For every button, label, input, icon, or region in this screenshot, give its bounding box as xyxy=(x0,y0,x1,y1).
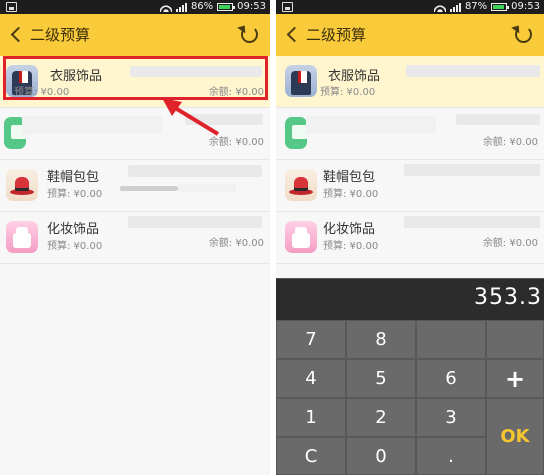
left-screen: 86% 09:53 二级预算 衣服饰品 预算: ¥0.00 余额: ¥0.00 … xyxy=(0,0,270,475)
battery-percent: 86% xyxy=(190,1,214,12)
title-bar: 二级预算 xyxy=(276,14,544,56)
highlight-box xyxy=(3,56,268,100)
key-5[interactable]: 5 xyxy=(346,359,416,398)
ok-button[interactable]: OK xyxy=(486,398,544,475)
status-time: 09:53 xyxy=(511,1,540,12)
title-bar: 二级预算 xyxy=(0,14,270,56)
gallery-notification-icon xyxy=(6,2,17,12)
item-budget: 预算: ¥0.00 xyxy=(320,87,376,98)
item-balance: 余额: ¥0.00 xyxy=(482,137,538,148)
wifi-icon xyxy=(433,2,446,12)
hat-icon xyxy=(285,169,317,201)
key-clear[interactable]: C xyxy=(276,437,346,475)
item-balance: 余额: ¥0.00 xyxy=(208,238,264,249)
number-keypad: 7 8 4 5 6 + 1 2 3 OK C 0 . xyxy=(276,320,544,475)
key-6[interactable]: 6 xyxy=(416,359,486,398)
list-item[interactable]: 鞋帽包包 预算: ¥0.00 xyxy=(0,160,270,212)
key-backspace[interactable] xyxy=(486,320,544,359)
signal-icon xyxy=(175,2,187,12)
battery-icon xyxy=(217,3,236,11)
page-title: 二级预算 xyxy=(306,26,367,44)
item-name: 化妆饰品 xyxy=(323,222,376,237)
key-4[interactable]: 4 xyxy=(276,359,346,398)
page-title: 二级预算 xyxy=(30,26,91,44)
key-decimal[interactable]: . xyxy=(416,437,486,475)
wifi-icon xyxy=(159,2,172,12)
status-bar: 86% 09:53 xyxy=(0,0,270,14)
item-budget: 预算: ¥0.00 xyxy=(47,189,103,200)
amount-value: 353.3 xyxy=(474,285,542,310)
item-budget: 预算: ¥0.00 xyxy=(47,241,103,252)
list-item[interactable]: 化妆饰品 预算: ¥0.00 余额: ¥0.00 xyxy=(276,212,544,264)
signal-icon xyxy=(449,2,461,12)
makeup-icon xyxy=(6,221,38,253)
pointer-arrow-icon xyxy=(162,98,220,136)
gallery-notification-icon xyxy=(282,2,293,12)
key-plus[interactable]: + xyxy=(486,359,544,398)
suit-icon xyxy=(285,65,317,97)
key-9[interactable] xyxy=(416,320,486,359)
item-name: 化妆饰品 xyxy=(47,222,100,237)
category-icon xyxy=(285,117,307,149)
key-7[interactable]: 7 xyxy=(276,320,346,359)
key-2[interactable]: 2 xyxy=(346,398,416,437)
key-1[interactable]: 1 xyxy=(276,398,346,437)
item-name: 鞋帽包包 xyxy=(323,170,376,185)
list-item[interactable]: 余额: ¥0.00 xyxy=(276,108,544,160)
right-screen: 87% 09:53 二级预算 衣服饰品 预算: ¥0.00 余额: ¥0.00 … xyxy=(276,0,544,475)
back-icon[interactable] xyxy=(286,26,303,43)
hat-icon xyxy=(6,169,38,201)
refresh-icon[interactable] xyxy=(515,26,532,43)
list-item[interactable]: 余额: ¥0.00 xyxy=(0,108,270,160)
key-0[interactable]: 0 xyxy=(346,437,416,475)
makeup-icon xyxy=(285,221,317,253)
list-item[interactable]: 化妆饰品 预算: ¥0.00 余额: ¥0.00 xyxy=(0,212,270,264)
status-bar: 87% 09:53 xyxy=(276,0,544,14)
amount-display: 353.3 xyxy=(276,278,544,320)
key-3[interactable]: 3 xyxy=(416,398,486,437)
back-icon[interactable] xyxy=(10,26,27,43)
item-name: 衣服饰品 xyxy=(328,69,381,84)
battery-icon xyxy=(491,3,510,11)
list-item[interactable]: 衣服饰品 预算: ¥0.00 xyxy=(276,56,544,108)
key-8[interactable]: 8 xyxy=(346,320,416,359)
item-budget: 预算: ¥0.00 xyxy=(323,189,379,200)
list-item[interactable]: 鞋帽包包 预算: ¥0.00 xyxy=(276,160,544,212)
item-name: 鞋帽包包 xyxy=(47,170,100,185)
status-time: 09:53 xyxy=(237,1,266,12)
battery-percent: 87% xyxy=(464,1,488,12)
item-balance: 余额: ¥0.00 xyxy=(482,238,538,249)
refresh-icon[interactable] xyxy=(241,26,258,43)
item-budget: 预算: ¥0.00 xyxy=(323,241,379,252)
